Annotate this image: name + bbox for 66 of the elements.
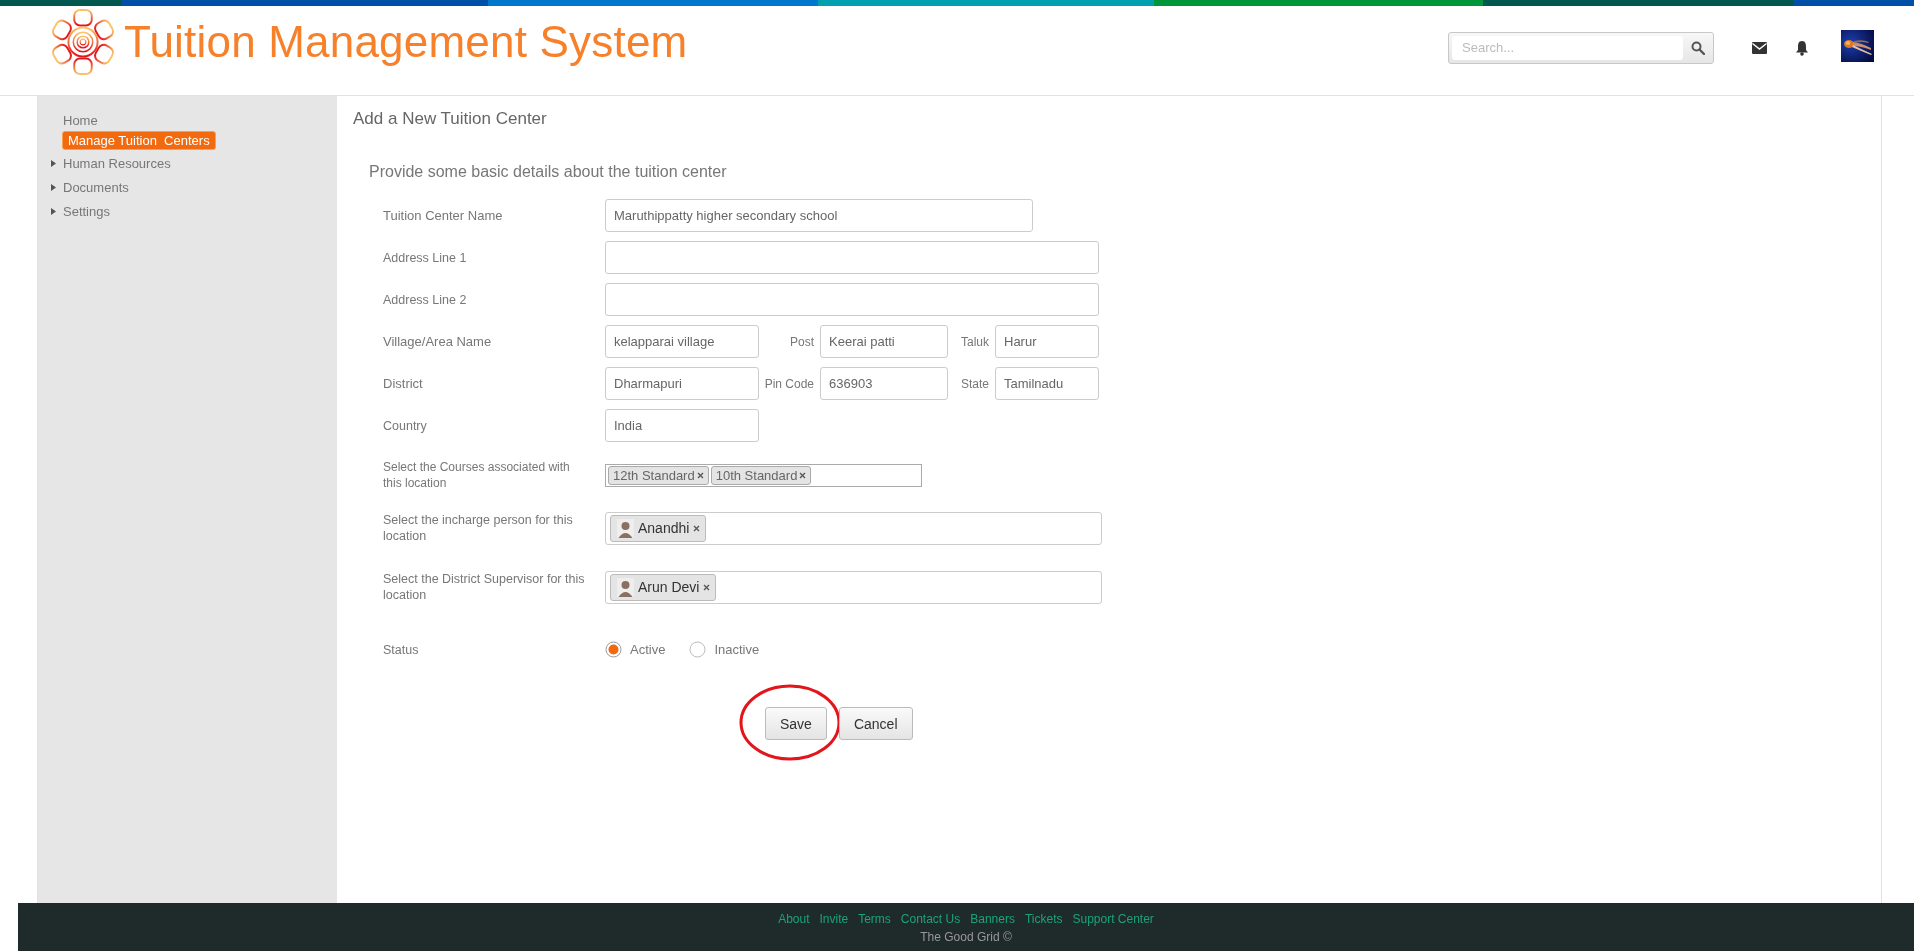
field-label: Village/Area Name — [383, 333, 493, 350]
footer-link[interactable]: Banners — [970, 912, 1015, 926]
field-label: Select the incharge person for this location — [383, 512, 574, 544]
bell-icon[interactable] — [1795, 39, 1809, 56]
input-field[interactable]: Maruthippatty higher secondary school — [605, 199, 1033, 232]
sidebar-item[interactable]: Settings — [63, 202, 115, 220]
search-icon[interactable] — [1691, 40, 1705, 55]
input-field[interactable]: 636903 — [820, 367, 948, 400]
person-select-field[interactable]: Arun Devi — [605, 570, 1102, 604]
radio-button[interactable] — [605, 641, 622, 658]
footer-link[interactable]: Tickets — [1024, 912, 1063, 926]
input-field[interactable] — [605, 283, 1099, 316]
app-title: Tuition Management System — [124, 16, 688, 67]
tag-label: Arun Devi — [638, 579, 700, 595]
field-label: Pin Code — [763, 376, 815, 391]
cancel-button[interactable]: Cancel — [838, 707, 913, 740]
field-label: Country — [383, 417, 428, 434]
field-label: Address Line 1 — [383, 249, 468, 266]
field-label: District — [383, 375, 424, 392]
field-label: Tuition Center Name — [383, 207, 504, 224]
expand-caret-icon[interactable] — [51, 207, 56, 215]
input-field[interactable]: Dharmapuri — [605, 367, 759, 400]
input-field[interactable]: kelapparai village — [605, 325, 759, 358]
save-button[interactable]: Save — [765, 707, 827, 740]
footer-link[interactable]: Terms — [858, 912, 891, 926]
footer-link[interactable]: Invite — [819, 912, 849, 926]
field-label: Post — [789, 334, 815, 349]
remove-icon[interactable] — [703, 583, 711, 591]
radio-label: Inactive — [714, 642, 760, 657]
input-field[interactable]: Keerai patti — [820, 325, 948, 358]
sidebar-item[interactable]: Human Resources — [63, 154, 176, 172]
field-label: Address Line 2 — [383, 291, 468, 308]
search-field[interactable]: Search... — [1448, 31, 1714, 64]
expand-caret-icon[interactable] — [51, 183, 56, 191]
input-field[interactable]: Harur — [995, 325, 1099, 358]
tag-label: Anandhi — [638, 520, 690, 536]
remove-icon[interactable] — [693, 524, 701, 532]
footer-link[interactable]: Contact Us — [900, 912, 961, 926]
remove-icon[interactable] — [799, 471, 807, 479]
section-subtitle: Provide some basic details about the tuition center — [369, 163, 728, 181]
avatar-icon — [617, 518, 634, 538]
tag-select-field[interactable]: 12th Standard 10th Standard — [605, 463, 922, 487]
field-label: Select the District Supervisor for this location — [383, 571, 586, 603]
avatar-icon — [617, 577, 634, 597]
mail-icon[interactable] — [1752, 41, 1767, 54]
radio-button[interactable] — [689, 641, 707, 658]
person-select-field[interactable]: Anandhi — [605, 511, 1102, 545]
sidebar-item[interactable]: Documents — [63, 178, 134, 196]
field-label: State — [959, 376, 990, 391]
footer-link[interactable]: Support Center — [1072, 912, 1154, 926]
input-field[interactable] — [605, 241, 1099, 274]
expand-caret-icon[interactable] — [51, 159, 56, 167]
copyright-text: The Good Grid © — [920, 930, 1012, 944]
tag-label: 12th Standard — [613, 467, 695, 483]
remove-icon[interactable] — [696, 471, 704, 479]
field-label: Status — [383, 641, 420, 658]
tag-label: 10th Standard — [715, 467, 798, 483]
radio-label: Active — [630, 642, 666, 657]
page-title: Add a New Tuition Center — [353, 109, 548, 129]
sidebar-item[interactable]: Manage Tuition Centers — [62, 130, 216, 150]
field-label: Taluk — [960, 334, 990, 349]
footer-link[interactable]: About — [778, 912, 810, 926]
input-field[interactable]: Tamilnadu — [995, 367, 1099, 400]
field-label: Select the Courses associated with this location — [383, 459, 571, 491]
sidebar-item[interactable]: Home — [63, 111, 103, 129]
input-field[interactable]: India — [605, 409, 759, 442]
